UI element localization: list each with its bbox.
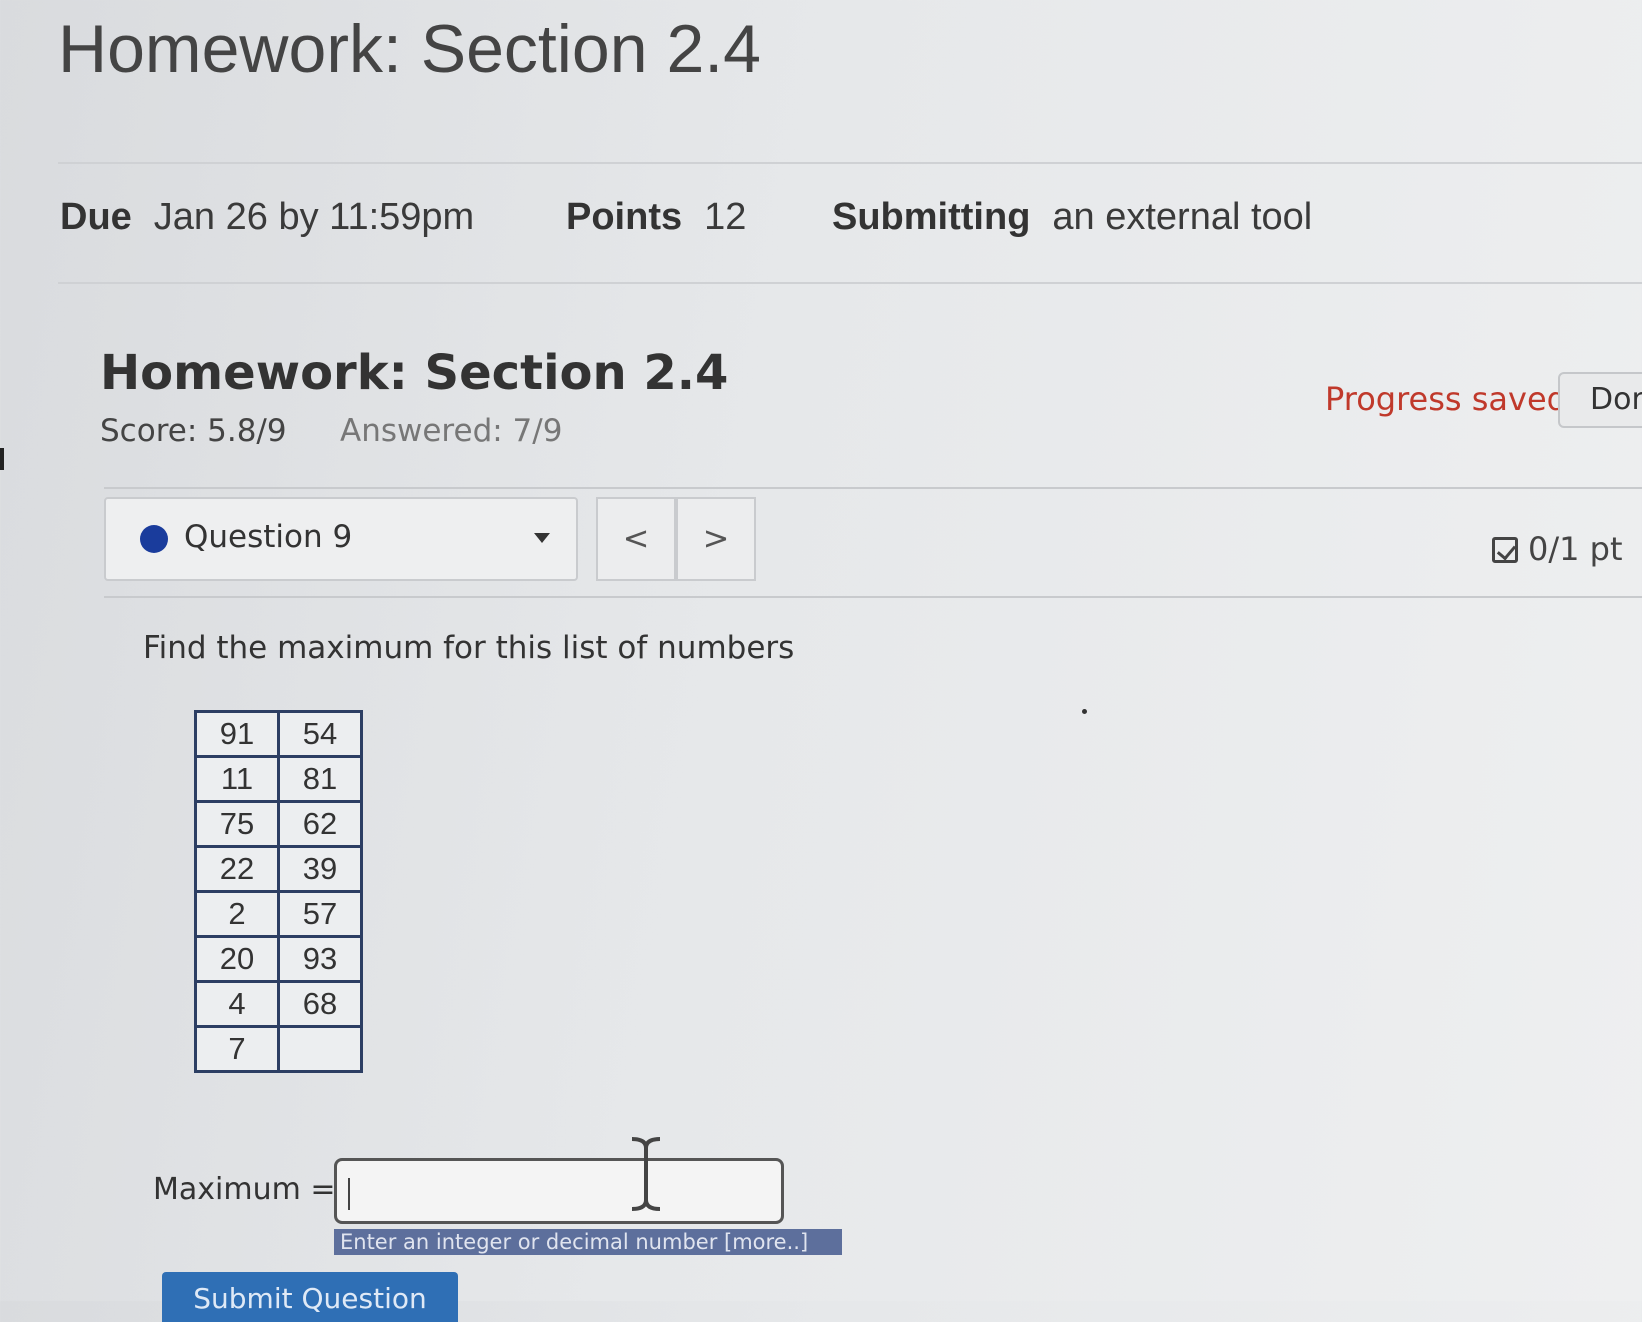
table-cell: 11 [194, 755, 280, 803]
due-value: Jan 26 by 11:59pm [153, 196, 475, 238]
question-select-label: Question 9 [184, 519, 353, 555]
table-row: 22 39 [194, 845, 363, 893]
table-cell: 93 [277, 935, 363, 983]
submitting-value: an external tool [1052, 196, 1313, 238]
done-button[interactable]: Don [1558, 372, 1642, 428]
previous-question-button[interactable]: < [596, 497, 676, 581]
points-label: Points [566, 196, 683, 238]
ibeam-cursor-icon [631, 1137, 661, 1211]
due-label: Due [60, 196, 132, 238]
table-cell: 4 [194, 980, 280, 1028]
assignment-title: Homework: Section 2.4 [100, 345, 729, 401]
table-row: 20 93 [194, 935, 363, 983]
points-value: 12 [704, 196, 747, 238]
question-status-dot-icon [140, 525, 168, 553]
table-row: 7 [194, 1025, 363, 1073]
table-row: 11 81 [194, 755, 363, 803]
question-select[interactable]: Question 9 [104, 497, 578, 581]
table-cell: 68 [277, 980, 363, 1028]
table-row: 2 57 [194, 890, 363, 938]
maximum-input[interactable] [334, 1158, 784, 1224]
caret-down-icon [534, 533, 550, 543]
table-cell [277, 1025, 363, 1073]
chevron-right-icon: > [702, 519, 730, 557]
table-cell: 91 [194, 710, 280, 758]
maximum-label: Maximum = [153, 1172, 336, 1207]
question-points: 0/1 pt [1492, 530, 1623, 568]
divider [58, 282, 1642, 284]
table-row: 75 62 [194, 800, 363, 848]
speck [1082, 709, 1087, 714]
table-cell: 57 [277, 890, 363, 938]
question-bar-divider [104, 596, 1642, 598]
page-title: Homework: Section 2.4 [58, 11, 761, 87]
table-cell: 54 [277, 710, 363, 758]
table-cell: 22 [194, 845, 280, 893]
answered-text: Answered: 7/9 [340, 413, 563, 449]
input-hint[interactable]: Enter an integer or decimal number [more… [334, 1229, 842, 1255]
table-row: 91 54 [194, 710, 363, 758]
numbers-table: 91 54 11 81 75 62 22 39 2 57 20 93 4 68 7 [194, 710, 363, 1073]
question-points-value: 0/1 pt [1528, 530, 1623, 568]
score-text: Score: 5.8/9 [100, 413, 287, 449]
table-cell: 75 [194, 800, 280, 848]
next-question-button[interactable]: > [676, 497, 756, 581]
table-row: 4 68 [194, 980, 363, 1028]
text-caret [348, 1178, 350, 1210]
table-cell: 20 [194, 935, 280, 983]
question-bar-divider [104, 487, 1642, 489]
due-date: Due Jan 26 by 11:59pm [60, 196, 474, 239]
chevron-left-icon: < [622, 519, 650, 557]
question-prompt: Find the maximum for this list of number… [143, 630, 795, 666]
table-cell: 2 [194, 890, 280, 938]
submitting: Submitting an external tool [832, 196, 1312, 239]
progress-saved-status: Progress saved [1325, 380, 1567, 418]
table-cell: 7 [194, 1025, 280, 1073]
points: Points 12 [566, 196, 746, 239]
edge-mark [0, 448, 4, 470]
table-cell: 81 [277, 755, 363, 803]
table-cell: 62 [277, 800, 363, 848]
checkbox-edit-icon [1492, 537, 1518, 563]
divider [58, 162, 1642, 164]
submit-question-button[interactable]: Submit Question [162, 1272, 458, 1322]
submitting-label: Submitting [832, 196, 1031, 238]
table-cell: 39 [277, 845, 363, 893]
